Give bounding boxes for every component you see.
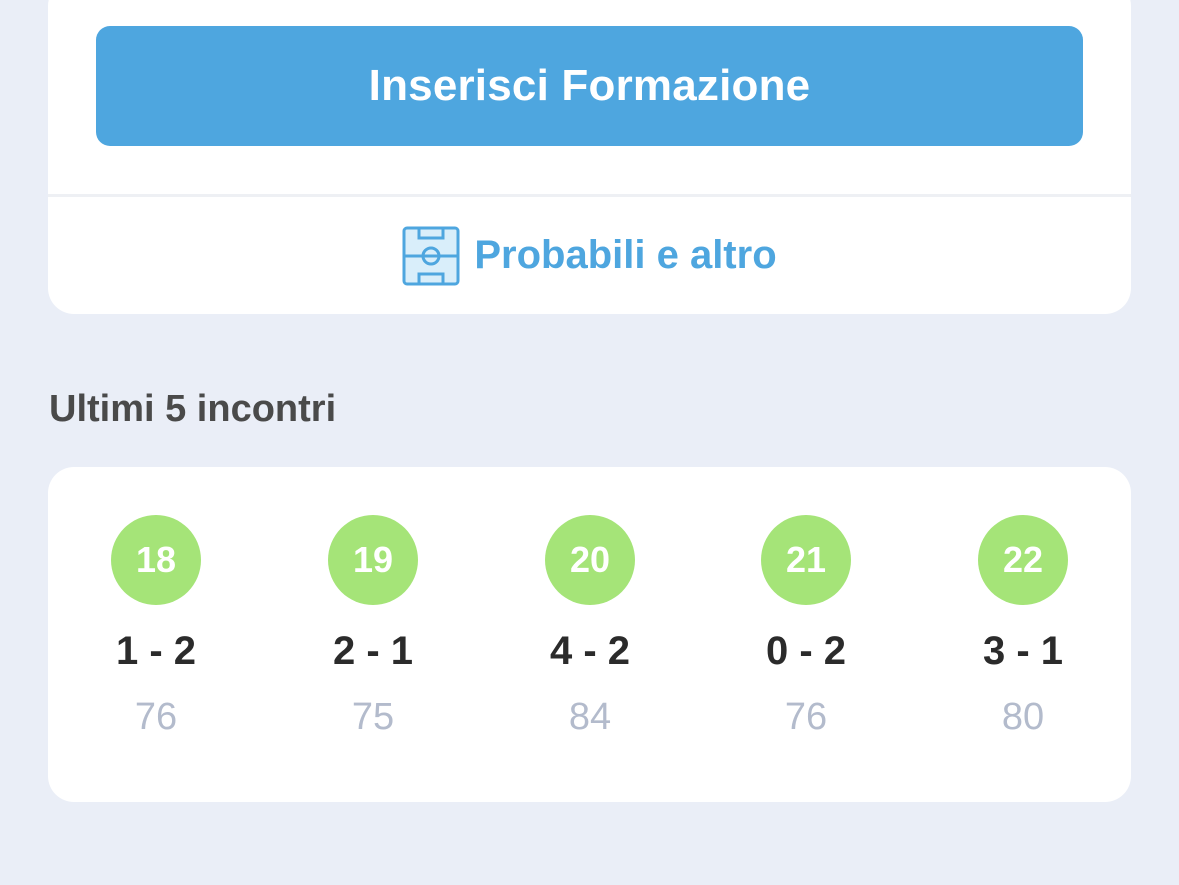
last-matches-card: 18 1 - 2 76 19 2 - 1 75 20 4 - 2 84 21 0… (48, 467, 1131, 802)
match-item[interactable]: 21 0 - 2 76 (736, 515, 876, 739)
formation-card: Inserisci Formazione Probabili e altro (48, 0, 1131, 314)
round-badge: 20 (545, 515, 635, 605)
match-score: 0 - 2 (765, 629, 847, 673)
match-score: 2 - 1 (332, 629, 414, 673)
match-points: 84 (568, 696, 612, 738)
match-points: 75 (351, 696, 395, 738)
match-item[interactable]: 22 3 - 1 80 (953, 515, 1093, 739)
match-item[interactable]: 18 1 - 2 76 (86, 515, 226, 739)
match-item[interactable]: 19 2 - 1 75 (303, 515, 443, 739)
last-matches-title: Ultimi 5 incontri (49, 388, 337, 430)
soccer-field-icon (402, 226, 460, 286)
match-score: 1 - 2 (115, 629, 197, 673)
round-badge: 19 (328, 515, 418, 605)
match-score: 4 - 2 (549, 629, 631, 673)
match-points: 80 (1001, 696, 1045, 738)
match-item[interactable]: 20 4 - 2 84 (520, 515, 660, 739)
insert-formation-button[interactable]: Inserisci Formazione (96, 26, 1083, 146)
round-badge: 18 (111, 515, 201, 605)
probable-lineups-link[interactable]: Probabili e altro (48, 197, 1131, 314)
round-badge: 21 (761, 515, 851, 605)
match-score: 3 - 1 (982, 629, 1064, 673)
round-badge: 22 (978, 515, 1068, 605)
match-points: 76 (784, 696, 828, 738)
probable-lineups-label: Probabili e altro (474, 233, 777, 277)
match-points: 76 (134, 696, 178, 738)
